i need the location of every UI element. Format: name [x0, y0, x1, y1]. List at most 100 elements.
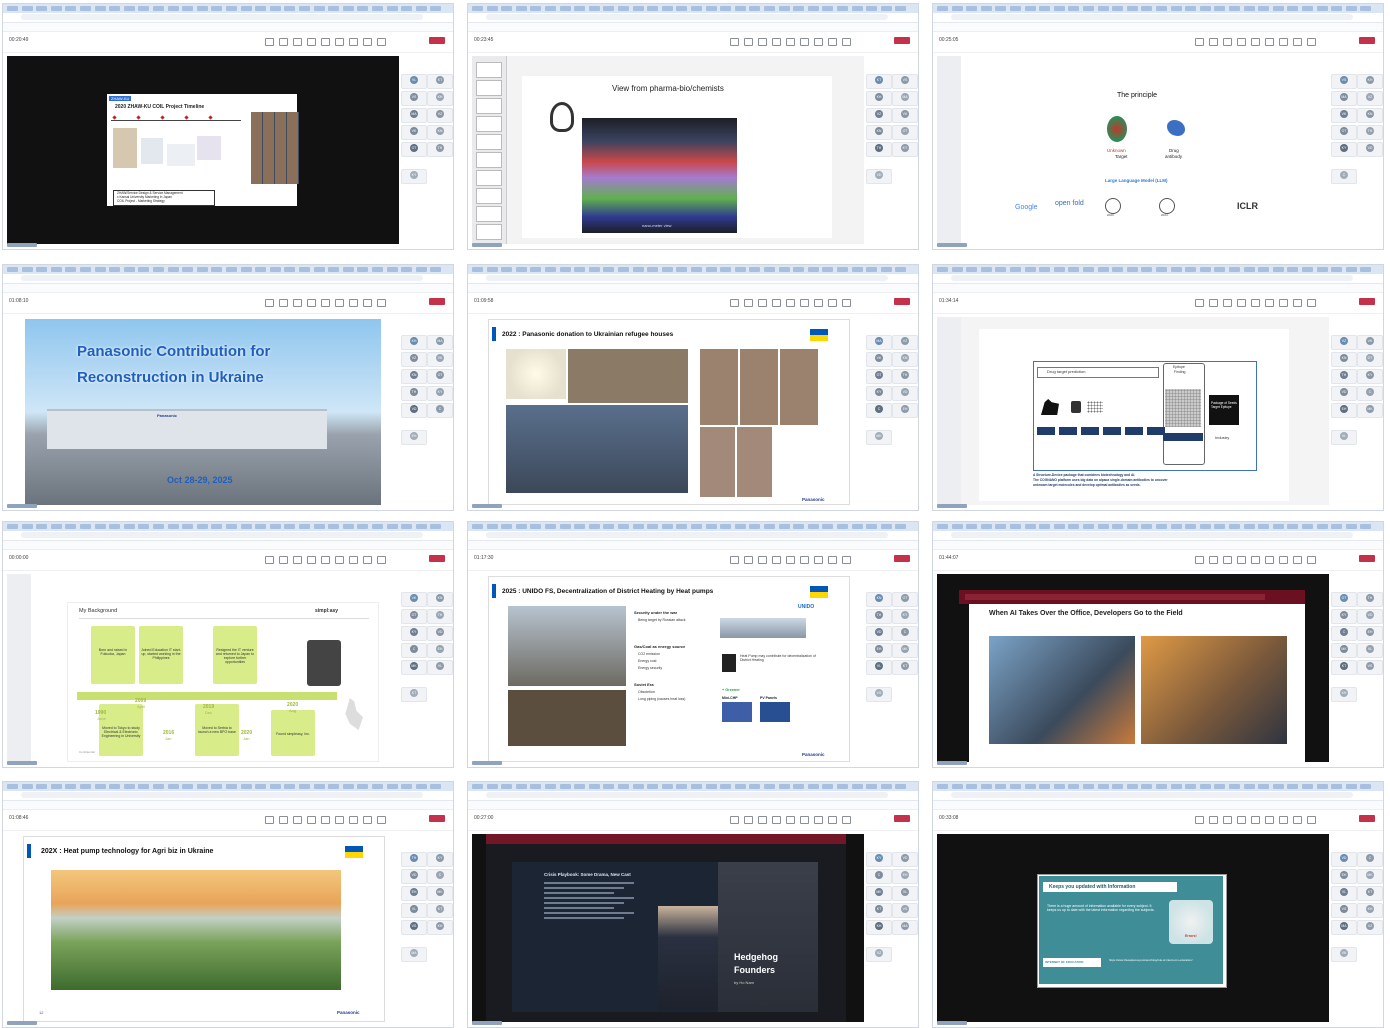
chat-icon[interactable]	[265, 38, 274, 46]
browser-tab[interactable]	[880, 784, 892, 789]
participant-tile[interactable]: KY	[401, 626, 427, 641]
browser-tab[interactable]	[299, 6, 310, 11]
share-icon[interactable]	[842, 816, 851, 824]
mic-icon[interactable]	[1293, 38, 1302, 46]
participant-tile[interactable]: C	[427, 869, 453, 884]
browser-tab[interactable]	[1126, 267, 1138, 272]
share-icon[interactable]	[1307, 38, 1316, 46]
browser-tab[interactable]	[211, 267, 223, 272]
bookmarks-bar[interactable]	[933, 541, 1383, 550]
browser-tab[interactable]	[313, 784, 325, 789]
browser-tab[interactable]	[632, 784, 644, 789]
share-icon[interactable]	[842, 299, 851, 307]
participant-tile[interactable]: EH	[892, 869, 918, 884]
browser-tab[interactable]	[837, 6, 848, 11]
participant-tile[interactable]: VK	[892, 108, 918, 123]
browser-tab[interactable]	[530, 267, 542, 272]
address-bar[interactable]	[3, 13, 453, 23]
browser-tab[interactable]	[822, 6, 834, 11]
react-icon[interactable]	[307, 38, 316, 46]
browser-tab[interactable]	[430, 267, 442, 272]
participant-tile[interactable]: VD	[401, 869, 427, 884]
browser-tab[interactable]	[50, 784, 62, 789]
browser-tab[interactable]	[1083, 267, 1094, 272]
browser-tab[interactable]	[1112, 784, 1124, 789]
browser-tab[interactable]	[21, 524, 33, 529]
more-icon[interactable]	[800, 299, 809, 307]
browser-tab[interactable]	[123, 524, 135, 529]
browser-tab[interactable]	[153, 524, 164, 529]
share-icon[interactable]	[377, 816, 386, 824]
browser-tab[interactable]	[372, 524, 383, 529]
participant-tile[interactable]: KY	[866, 386, 892, 401]
participant-tile[interactable]: VZ	[427, 108, 453, 123]
browser-tab[interactable]	[764, 524, 775, 529]
react-icon[interactable]	[1237, 38, 1246, 46]
browser-tab[interactable]	[1097, 784, 1109, 789]
url-field[interactable]	[21, 532, 423, 538]
people-icon[interactable]	[1209, 816, 1218, 824]
browser-tab[interactable]	[342, 267, 354, 272]
browser-tab[interactable]	[632, 6, 644, 11]
participant-tile[interactable]: C	[892, 626, 918, 641]
participant-tile[interactable]: MK	[1357, 869, 1383, 884]
participant-tile[interactable]: MK	[866, 886, 892, 901]
people-icon[interactable]	[279, 556, 288, 564]
browser-tab[interactable]	[226, 6, 237, 11]
browser-tab[interactable]	[1258, 784, 1270, 789]
browser-tab[interactable]	[937, 784, 948, 789]
browser-tab[interactable]	[328, 6, 340, 11]
browser-tab[interactable]	[501, 6, 513, 11]
mic-icon[interactable]	[363, 38, 372, 46]
people-icon[interactable]	[744, 38, 753, 46]
browser-tab[interactable]	[94, 524, 106, 529]
browser-tab[interactable]	[545, 6, 556, 11]
url-field[interactable]	[951, 275, 1353, 281]
browser-tab[interactable]	[778, 784, 790, 789]
browser-tab[interactable]	[807, 524, 819, 529]
browser-tab[interactable]	[937, 524, 948, 529]
browser-tab[interactable]	[749, 267, 761, 272]
browser-tab[interactable]	[764, 784, 775, 789]
browser-tab[interactable]	[255, 784, 267, 789]
browser-tab[interactable]	[1053, 524, 1065, 529]
browser-tab[interactable]	[559, 524, 571, 529]
participant-tile[interactable]: VD	[866, 169, 892, 184]
browser-tab[interactable]	[720, 784, 732, 789]
browser-tab[interactable]	[430, 784, 442, 789]
browser-tab[interactable]	[1053, 267, 1065, 272]
browser-tab[interactable]	[1331, 267, 1343, 272]
browser-tab[interactable]	[530, 524, 542, 529]
browser-tab[interactable]	[1068, 267, 1080, 272]
browser-tab[interactable]	[1272, 267, 1284, 272]
raise-hand-icon[interactable]	[1223, 38, 1232, 46]
browser-tab[interactable]	[211, 784, 223, 789]
participant-tile[interactable]: VS	[401, 920, 427, 935]
browser-tab[interactable]	[284, 524, 296, 529]
view-icon[interactable]	[321, 556, 330, 564]
browser-tab[interactable]	[530, 6, 542, 11]
raise-hand-icon[interactable]	[758, 556, 767, 564]
browser-tab[interactable]	[647, 524, 659, 529]
browser-tab[interactable]	[182, 6, 194, 11]
browser-tab[interactable]	[764, 267, 775, 272]
view-icon[interactable]	[1251, 556, 1260, 564]
camera-icon[interactable]	[814, 816, 823, 824]
browser-tab[interactable]	[65, 784, 77, 789]
browser-tab[interactable]	[415, 784, 427, 789]
browser-tab[interactable]	[837, 524, 848, 529]
browser-tab[interactable]	[734, 6, 746, 11]
participant-tile[interactable]: MA	[1331, 91, 1357, 106]
participant-tile[interactable]: MA	[401, 947, 427, 962]
chat-icon[interactable]	[730, 816, 739, 824]
browser-tab[interactable]	[647, 784, 659, 789]
browser-tab[interactable]	[372, 267, 383, 272]
participant-tile[interactable]: OT	[866, 369, 892, 384]
more-icon[interactable]	[800, 816, 809, 824]
browser-tab-strip[interactable]	[468, 265, 918, 274]
browser-tab[interactable]	[1199, 784, 1211, 789]
browser-tab[interactable]	[7, 267, 18, 272]
browser-tab[interactable]	[65, 267, 77, 272]
url-field[interactable]	[486, 14, 888, 20]
url-field[interactable]	[486, 275, 888, 281]
